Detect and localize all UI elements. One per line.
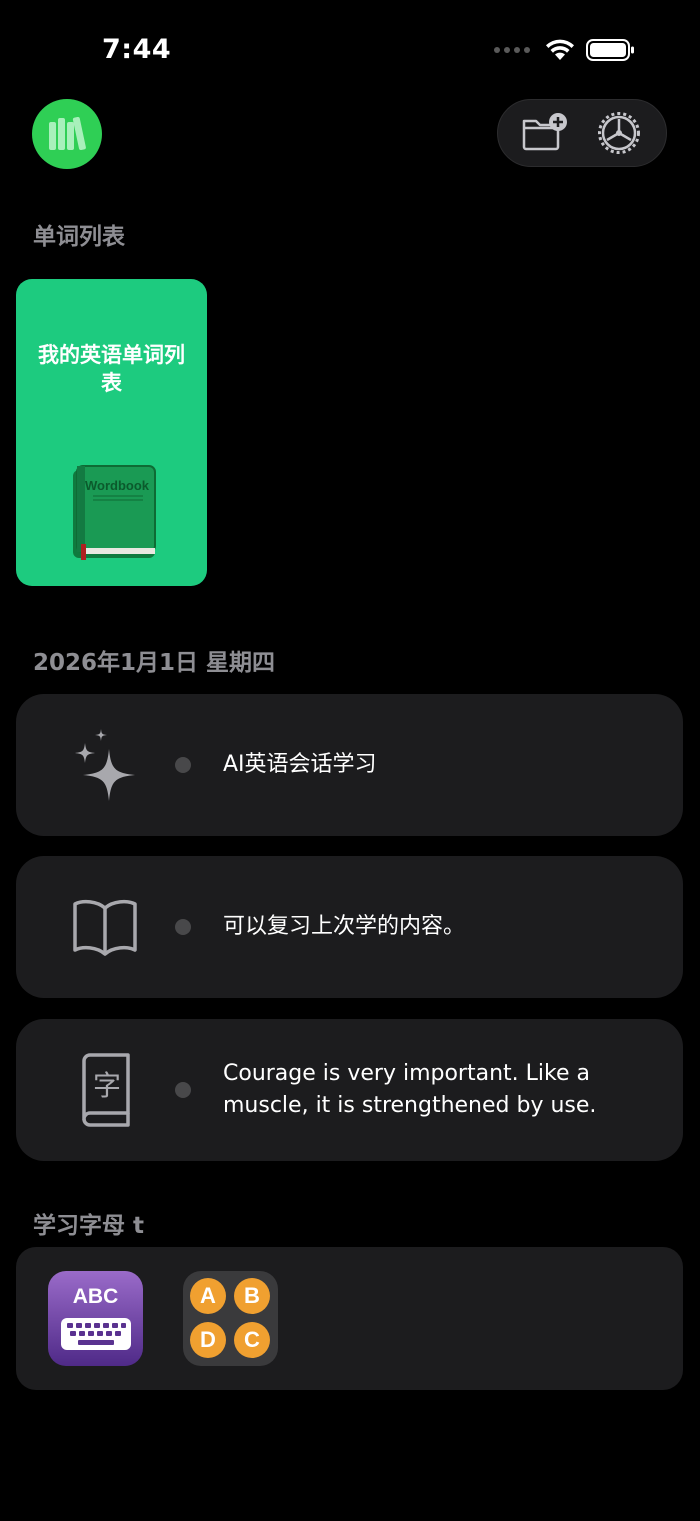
row-bullet: [175, 757, 191, 773]
review-row[interactable]: 可以复习上次学的内容。: [16, 856, 683, 998]
row-icon-container: [69, 891, 141, 963]
keyboard-icon: [61, 1318, 131, 1350]
books-icon: [49, 117, 86, 151]
folder-add-icon: [522, 113, 567, 151]
cellular-signal-icon: [494, 47, 530, 53]
wordbook-card[interactable]: 我的英语单词列表 Wordbook: [16, 279, 207, 586]
letter-b-badge: B: [234, 1278, 270, 1314]
row-icon-container: 字: [69, 1053, 141, 1127]
status-icons: [494, 38, 636, 62]
letter-c-badge: C: [234, 1322, 270, 1358]
row-text: Courage is very important. Like a muscle…: [223, 1061, 597, 1118]
row-text: 可以复习上次学的内容。: [223, 914, 466, 939]
top-actions: [497, 99, 667, 167]
abc-keyboard-app[interactable]: ABC: [48, 1271, 143, 1366]
letter-a-badge: A: [190, 1278, 226, 1314]
letter-d-badge: D: [190, 1322, 226, 1358]
alphabet-apps-card: ABC A B D C: [16, 1247, 683, 1390]
abc-label: ABC: [72, 1285, 119, 1308]
settings-button[interactable]: [589, 103, 649, 163]
row-bullet: [175, 1082, 191, 1098]
character-book-icon: 字: [82, 1053, 130, 1127]
date-section-title: 2026年1月1日 星期四: [33, 650, 276, 676]
gear-icon: [598, 112, 640, 154]
quote-row[interactable]: 字 Courage is very important. Like a musc…: [16, 1019, 683, 1161]
wordlists-section-title: 单词列表: [33, 224, 125, 250]
row-bullet: [175, 919, 191, 935]
add-folder-button[interactable]: [515, 103, 575, 163]
row-icon-container: [69, 729, 141, 801]
status-bar: 7:44: [0, 0, 700, 90]
abcd-letters-app[interactable]: A B D C: [183, 1271, 278, 1366]
battery-icon: [586, 39, 634, 61]
svg-text:字: 字: [93, 1069, 121, 1102]
wordbook-title: 我的英语单词列表: [38, 343, 185, 395]
status-time: 7:44: [102, 34, 172, 65]
row-text: AI英语会话学习: [223, 752, 377, 777]
book-icon: [73, 899, 137, 956]
wordbook-icon: Wordbook: [73, 465, 156, 560]
alphabet-section-title: 学习字母 t: [33, 1213, 145, 1239]
ai-conversation-row[interactable]: AI英语会话学习: [16, 694, 683, 836]
sparkles-icon: [75, 729, 135, 801]
app-logo[interactable]: [32, 99, 102, 169]
wordbook-cover-text: Wordbook: [85, 478, 150, 493]
wifi-icon: [546, 39, 574, 60]
